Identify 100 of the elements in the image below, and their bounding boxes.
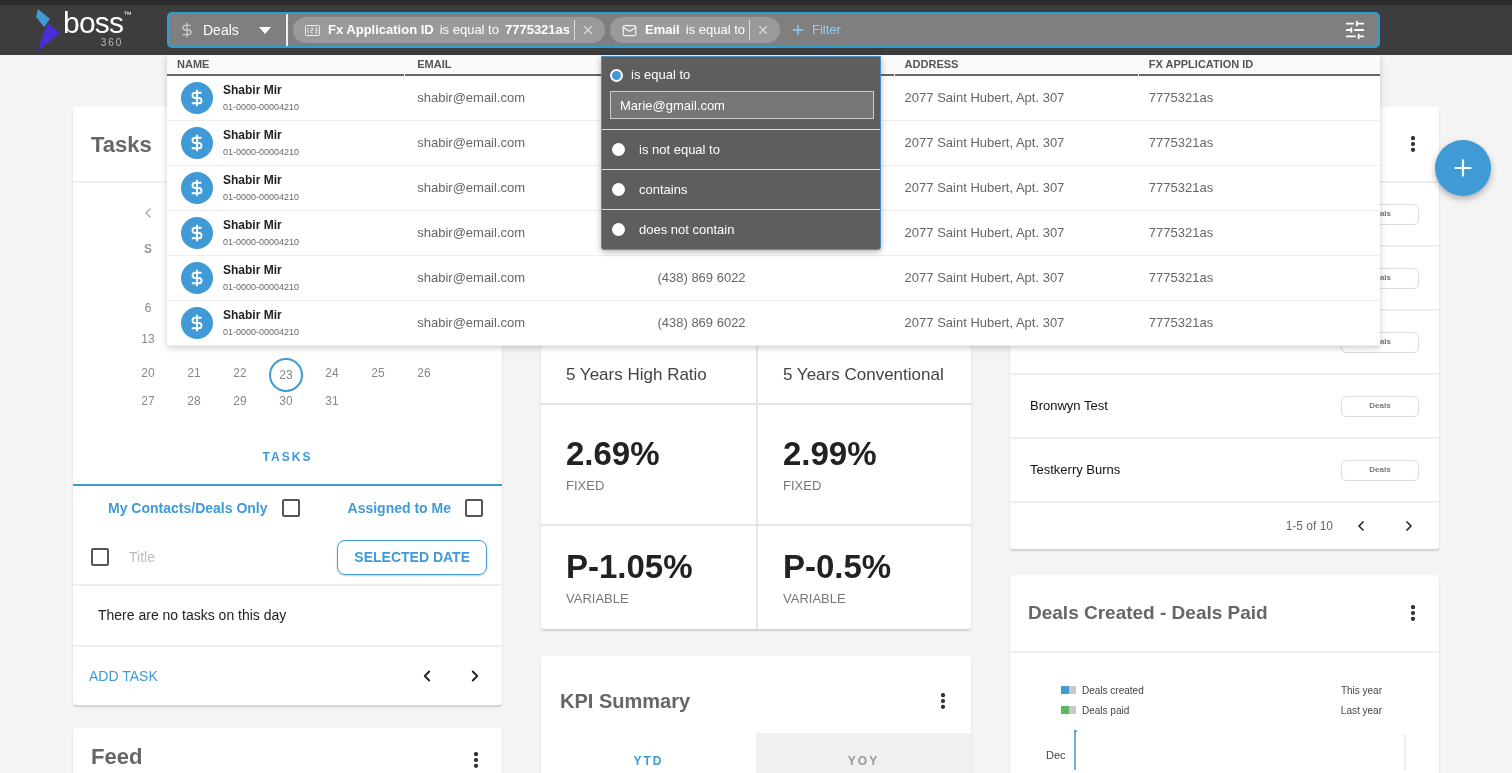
calendar-day[interactable]: 31 — [320, 390, 344, 411]
rate-value: P-1.05% — [566, 547, 694, 588]
checkbox[interactable] — [91, 548, 109, 566]
contact-id: 01-0000-00004210 — [223, 101, 300, 115]
contact-id: 01-0000-00004210 — [223, 191, 300, 205]
trademark-mark: ™ — [123, 11, 132, 19]
plus-icon — [790, 22, 806, 38]
legend-period: This year — [1340, 683, 1382, 698]
entity-dropdown[interactable]: Deals — [169, 14, 288, 46]
filter-operator: is equal to — [439, 21, 499, 40]
logo-icon — [34, 9, 62, 51]
title-field[interactable]: Title — [129, 546, 329, 568]
column-header: EMAIL — [417, 57, 452, 73]
calendar-day[interactable]: 24 — [320, 363, 344, 383]
table-cell: shabir@email.com — [417, 225, 526, 241]
radio-button[interactable] — [612, 143, 625, 156]
add-filter-button[interactable]: Filter — [790, 20, 841, 40]
legend-swatch — [1061, 706, 1076, 714]
calendar-day[interactable]: 29 — [228, 390, 252, 411]
contact-id: 01-0000-00004210 — [223, 146, 300, 160]
card-title: KPI Summary — [560, 688, 691, 714]
table-cell: 2077 Saint Hubert, Apt. 307 — [904, 180, 1065, 196]
legend-swatch — [1061, 686, 1076, 694]
legend-label: Deals created — [1082, 683, 1144, 698]
calendar-day[interactable]: 6 — [136, 297, 160, 318]
radio-button[interactable] — [612, 183, 625, 196]
calendar-day[interactable]: 25 — [366, 363, 390, 383]
radio-button[interactable] — [612, 223, 625, 236]
calendar-day[interactable]: 21 — [182, 363, 206, 383]
calendar-day[interactable]: 26 — [412, 363, 436, 383]
column-header: ADDRESS — [904, 57, 959, 73]
filter-chip[interactable]: Fx Application ID is equal to 7775321as — [293, 17, 606, 43]
calendar-day[interactable]: 27 — [136, 390, 160, 411]
contact-name: Shabir Mir — [223, 217, 283, 235]
contact-id: 01-0000-00004210 — [223, 326, 300, 340]
table-cell: 7775321as — [1148, 315, 1214, 331]
checkbox[interactable] — [281, 499, 300, 517]
table-cell: 7775321as — [1148, 180, 1214, 196]
contact-id: 01-0000-00004210 — [223, 236, 300, 250]
table-cell: shabir@email.com — [417, 180, 526, 196]
selected-date-button[interactable]: SELECTED DATE — [337, 539, 487, 575]
rate-type: VARIABLE — [566, 590, 630, 609]
card-title: Feed — [91, 746, 143, 768]
table-cell: 2077 Saint Hubert, Apt. 307 — [904, 135, 1065, 151]
card-title: Deals Created - Deals Paid — [1028, 600, 1268, 625]
calendar-day[interactable]: 30 — [274, 390, 298, 411]
caret-icon — [258, 26, 271, 34]
pagination-label: 1-5 of 10 — [1285, 518, 1333, 535]
contact-id: 01-0000-00004210 — [223, 281, 300, 295]
option-label: contains — [639, 180, 688, 199]
mail-icon — [622, 22, 638, 38]
table-cell: 7775321as — [1148, 135, 1214, 151]
table-cell: shabir@email.com — [417, 315, 526, 331]
contact-name: Shabir Mir — [223, 307, 283, 325]
legend-period: Last year — [1340, 703, 1382, 718]
table-cell: 7775321as — [1148, 225, 1214, 241]
calendar-day[interactable]: 22 — [228, 363, 252, 383]
option-label: does not contain — [639, 220, 735, 239]
tab[interactable]: TASKS — [73, 430, 502, 486]
deal-tag[interactable]: Deals — [1341, 395, 1419, 417]
deal-name: Testkerry Burns — [1030, 461, 1121, 480]
deal-tag[interactable]: Deals — [1341, 459, 1419, 481]
rate-value: P-0.5% — [783, 547, 893, 588]
rate-type: VARIABLE — [783, 590, 847, 609]
filter-field: Email — [645, 20, 680, 40]
filter-label: Assigned to Me — [347, 498, 451, 518]
add-button[interactable] — [1435, 140, 1491, 196]
settings-icon[interactable] — [1344, 19, 1366, 41]
filter-label: My Contacts/Deals Only — [108, 498, 268, 518]
operator-option[interactable]: is not equal to — [612, 137, 880, 162]
rate-type: FIXED — [566, 477, 606, 496]
dollar-icon — [179, 22, 195, 38]
value-field[interactable]: Marie@gmail.com — [610, 91, 874, 119]
operator-option[interactable]: contains — [612, 177, 880, 202]
calendar-day[interactable]: 20 — [136, 363, 160, 383]
empty-message: There are no tasks on this day — [98, 606, 287, 625]
table-cell: 7775321as — [1148, 90, 1214, 106]
deal-name: Bronwyn Test — [1030, 397, 1108, 416]
card-title: Tasks — [91, 130, 152, 159]
calendar-day[interactable]: 23 — [269, 358, 303, 392]
filter-chip[interactable]: Email is equal to — [610, 17, 780, 43]
weekday-label: S — [143, 240, 153, 258]
table-cell: 2077 Saint Hubert, Apt. 307 — [904, 315, 1065, 331]
add-task-button[interactable]: ADD TASK — [89, 665, 158, 687]
contact-name: Shabir Mir — [223, 172, 283, 190]
operator-option[interactable]: does not contain — [612, 217, 880, 242]
table-cell: 7775321as — [1148, 270, 1214, 286]
number-field-icon — [305, 24, 320, 36]
table-cell: 2077 Saint Hubert, Apt. 307 — [904, 270, 1065, 286]
table-cell: (438) 869 6022 — [657, 270, 746, 286]
option-label: is not equal to — [639, 140, 720, 159]
radio-button[interactable] — [610, 68, 623, 82]
result-row[interactable]: Shabir Mir 01-0000-00004210 shabir@email.com (438) 869 6022 2077 Saint Hubert, Apt. 307 7775321as — [167, 301, 1380, 346]
tab[interactable]: YOY — [756, 733, 971, 773]
rate-term: 5 Years High Ratio — [566, 363, 707, 386]
checkbox[interactable] — [465, 499, 483, 517]
table-cell: 2077 Saint Hubert, Apt. 307 — [904, 90, 1065, 106]
result-row[interactable]: Shabir Mir 01-0000-00004210 shabir@email.com (438) 869 6022 2077 Saint Hubert, Apt. 307 7775321as — [167, 256, 1380, 301]
calendar-day[interactable]: 13 — [136, 328, 160, 349]
calendar-day[interactable]: 28 — [182, 390, 206, 411]
